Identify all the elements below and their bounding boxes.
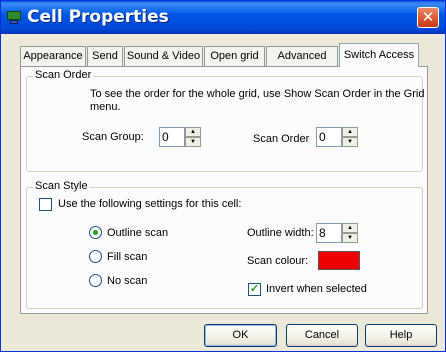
scan-order-up-button[interactable]: ▲ [342,127,358,137]
close-button[interactable]: ✕ [417,7,439,28]
scan-order-info-menu: menu. [90,101,121,113]
no-scan-label: No scan [107,275,148,287]
scan-group-spinner[interactable]: 0 ▲ ▼ [159,127,203,147]
outline-width-spinner[interactable]: 8 ▲ ▼ [316,223,360,243]
scan-colour-label: Scan colour: [247,255,309,267]
use-settings-checkbox[interactable] [39,198,52,211]
scan-group-label: Scan Group: [82,131,144,143]
scan-colour-swatch[interactable] [318,251,360,270]
fill-scan-radio[interactable] [89,250,102,263]
outline-scan-radio[interactable] [89,226,102,239]
cancel-button[interactable]: Cancel [286,324,358,347]
scan-order-input[interactable]: 0 [316,127,342,147]
tab-switch-access[interactable]: Switch Access [339,43,419,67]
scan-order-spinner[interactable]: 0 ▲ ▼ [316,127,360,147]
ok-button[interactable]: OK [204,324,277,347]
radio-selected-dot [93,230,98,235]
close-icon: ✕ [421,8,435,26]
scan-group-down-button[interactable]: ▼ [185,137,201,147]
invert-label: Invert when selected [266,283,367,295]
outline-scan-label: Outline scan [107,227,169,239]
tab-sound-video[interactable]: Sound & Video [124,46,203,67]
scan-order-label: Scan Order [253,133,310,145]
app-icon [7,11,21,24]
checkmark-icon: ✓ [249,283,260,295]
switch-access-panel: Scan Order To see the order for the whol… [20,66,428,314]
scan-group-up-button[interactable]: ▲ [185,127,201,137]
title-bar[interactable]: Cell Properties ✕ [1,1,445,34]
scan-order-group: Scan Order To see the order for the whol… [26,69,425,172]
invert-checkbox[interactable]: ✓ [248,283,261,296]
help-button[interactable]: Help [365,324,437,347]
outline-width-up-button[interactable]: ▲ [342,223,358,233]
tab-advanced[interactable]: Advanced [266,46,338,67]
window-title: Cell Properties [27,7,169,27]
scan-order-title: Scan Order [33,69,94,81]
tab-open-grid[interactable]: Open grid [204,46,265,67]
scan-order-info: To see the order for the whole grid, use… [90,88,425,100]
scan-style-group: Scan Style Use the following settings fo… [26,180,423,309]
no-scan-radio[interactable] [89,274,102,287]
scan-group-input[interactable]: 0 [159,127,185,147]
outline-width-down-button[interactable]: ▼ [342,233,358,243]
tab-send[interactable]: Send [87,46,123,67]
use-settings-label: Use the following settings for this cell… [58,198,242,210]
scan-style-title: Scan Style [33,180,90,192]
outline-width-label: Outline width: [247,227,314,239]
tab-appearance[interactable]: Appearance [20,46,86,67]
cell-properties-dialog: Cell Properties ✕ Appearance Send Sound … [0,0,446,352]
scan-order-down-button[interactable]: ▼ [342,137,358,147]
outline-width-input[interactable]: 8 [316,223,342,243]
fill-scan-label: Fill scan [107,251,148,263]
